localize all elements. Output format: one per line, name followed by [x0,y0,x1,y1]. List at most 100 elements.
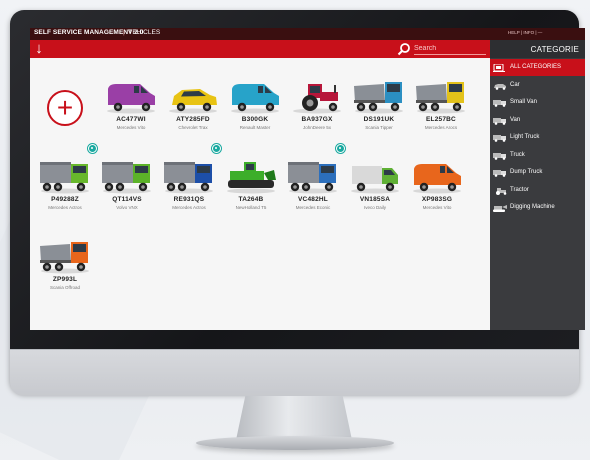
search-input[interactable] [414,43,486,55]
sidebar-item-label: Van [510,116,521,123]
van-icon [493,117,506,125]
vehicle-card-qt114vs[interactable]: QT114VS Volvo VNX [96,156,158,226]
sidebar-item-label: ALL CATEGORIES [510,64,562,70]
top-links[interactable]: HELP | INFO | — [508,30,542,35]
vehicle-model: Iveco Daily [363,205,386,210]
plus-icon: + [56,92,74,123]
sidebar-item-label: Digging Machine [510,204,555,210]
sidebar-item-label: Light Truck [510,134,540,140]
truck-icon [493,152,506,160]
add-vehicle-button[interactable]: + [47,90,83,126]
sidebar-item-van[interactable]: Van [490,112,585,129]
vehicle-card-aty285fd[interactable]: ATY285FD Chevrolet Trax [162,76,224,146]
vehicle-plate: ATY285FD [176,116,210,123]
vehicle-plate: ZP993L [52,276,78,283]
title-separator: | [123,29,125,36]
vehicle-model: Chevrolet Trax [178,125,208,130]
sidebar-item-tractor[interactable]: Tractor [490,182,585,199]
dump-truck-icon [354,82,403,114]
dump-truck-icon [493,170,506,177]
status-badge [88,144,97,153]
vehicle-plate: DS191UK [363,116,395,123]
toolbar: ↓ [30,40,490,58]
vehicle-plate: B300GK [241,116,269,123]
tractor-icon [496,187,507,195]
sidebar-item-light-truck[interactable]: Light Truck [490,129,585,146]
tractor-icon [293,84,341,114]
sidebar-item-label: Tractor [510,186,529,193]
sidebar-item-label: Truck [510,151,525,158]
all-categories-icon [493,64,505,72]
vehicle-card-el257bc[interactable]: EL257BC Mercedes Arocs [410,76,472,146]
vehicle-model: Mercedes Actros [48,205,82,210]
van-icon [107,84,155,114]
vehicle-model: Mercedes Econic [295,205,331,210]
category-sidebar: CATEGORIE ALL CATEGORIES Car Small Van Van L… [490,40,585,330]
small-van-icon [231,84,279,114]
sidebar-header: CATEGORIE [490,40,585,58]
vehicle-plate: RE931QS [173,196,205,203]
vehicle-card-ta264b[interactable]: TA264B NewHolland T5 [220,156,282,226]
sidebar-item-truck[interactable]: Truck [490,147,585,164]
sidebar-item-all-categories[interactable]: ALL CATEGORIES [490,59,585,76]
car-icon [494,83,506,90]
vehicle-plate: XP983SG [421,196,453,203]
sidebar-item-car[interactable]: Car [490,77,585,94]
vehicle-plate: BA937GX [301,116,333,123]
vehicle-plate: EL257BC [426,116,456,123]
vehicle-card-vc482hl[interactable]: VC482HL Mercedes Econic [282,156,344,226]
sidebar-item-small-van[interactable]: Small Van [490,94,585,111]
vehicle-model: Scania Offroad [50,285,80,290]
vehicle-model: Mercedes Vito [422,205,452,210]
digging-machine-icon [493,205,507,212]
arrow-down-icon[interactable]: ↓ [32,41,46,57]
vehicle-plate: QT114VS [112,196,142,203]
light-truck-icon [493,135,506,142]
vehicle-card-ds191uk[interactable]: DS191UK Scania Tipper [348,76,410,146]
small-van-icon [493,100,506,107]
vehicle-model: Scania Tipper [365,125,393,130]
vehicle-grid: + AC477WI Mercedes Vito ATY285FD Chevrolet… [30,58,490,330]
truck-icon [288,162,337,194]
digging-machine-icon [227,162,276,194]
sidebar-item-label: Car [510,81,520,88]
search-icon[interactable] [397,42,411,56]
sidebar-item-digging-machine[interactable]: Digging Machine [490,199,585,216]
app-screen: SELF SERVICE MANAGEMENT 2.0 | VEHICLES H… [30,28,585,330]
title-bar: SELF SERVICE MANAGEMENT 2.0 | VEHICLES H… [30,28,585,40]
car-icon [169,89,217,114]
truck-icon [102,162,151,194]
vehicle-plate: AC477WI [116,116,146,123]
status-badge [212,144,221,153]
monitor-stand-base [196,436,394,450]
monitor-stand-neck [236,396,352,440]
sidebar-item-label: Dump Truck [510,169,543,175]
product-mockup: SELF SERVICE MANAGEMENT 2.0 | VEHICLES H… [0,0,590,460]
vehicle-model: Volvo VNX [116,205,138,210]
status-badge [336,144,345,153]
vehicle-card-ba937gx[interactable]: BA937GX JohnDeere 5x [286,76,348,146]
vehicle-plate: TA264B [238,196,264,203]
vehicle-model: NewHolland T5 [235,205,267,210]
light-truck-icon [351,166,399,194]
vehicle-card-p49288z[interactable]: P49288Z Mercedes Actros [34,156,96,226]
vehicle-card-xp983sg[interactable]: XP983SG Mercedes Vito [406,156,468,226]
truck-icon [164,162,213,194]
vehicle-card-b300gk[interactable]: B300GK Renault Master [224,76,286,146]
vehicle-model: Mercedes Vito [116,125,146,130]
vehicle-plate: VC482HL [298,196,328,203]
vehicle-model: Renault Master [239,125,271,130]
van-icon [413,164,461,194]
vehicle-plate: P49288Z [51,196,79,203]
vehicle-card-ac477wi[interactable]: AC477WI Mercedes Vito [100,76,162,146]
vehicle-card-re931qs[interactable]: RE931QS Mercedes Actros [158,156,220,226]
section-title[interactable]: VEHICLES [128,29,160,36]
sidebar-item-dump-truck[interactable]: Dump Truck [490,164,585,181]
vehicle-card-vn185sa[interactable]: VN185SA Iveco Daily [344,156,406,226]
vehicle-card-zp993l[interactable]: ZP993L Scania Offroad [34,236,96,306]
vehicle-model: JohnDeere 5x [302,125,332,130]
monitor-chin [10,349,579,396]
sidebar-item-label: Small Van [510,99,537,105]
truck-icon [40,162,89,194]
dump-truck-icon [40,242,89,274]
